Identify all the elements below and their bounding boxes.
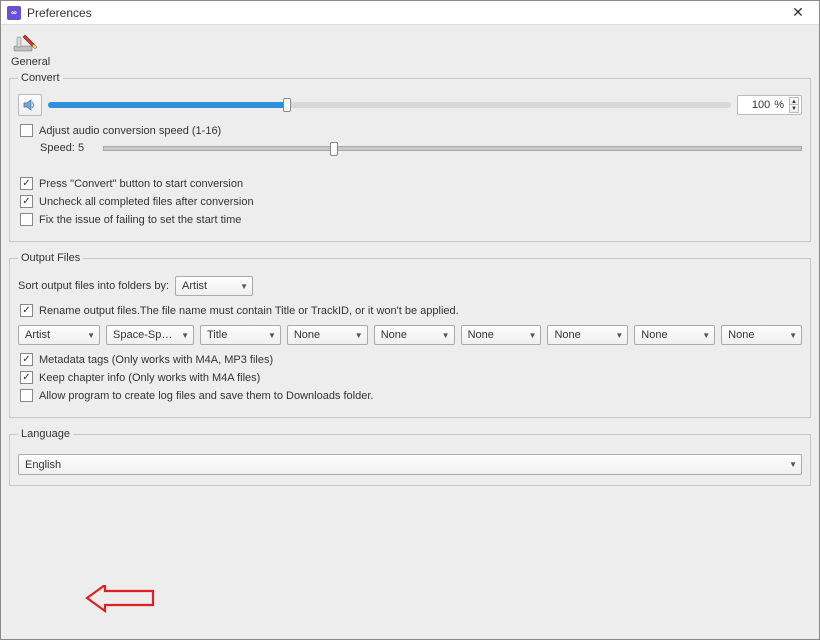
adjust-speed-checkbox[interactable] <box>20 124 33 137</box>
titlebar: ∞ Preferences ✕ <box>1 1 819 25</box>
volume-row: 100 % ▲ ▼ <box>18 94 802 116</box>
language-dropdown[interactable]: English ▼ <box>18 454 802 475</box>
rename-field-1[interactable]: Title▼ <box>200 325 281 345</box>
volume-button[interactable] <box>18 94 42 116</box>
metadata-label: Metadata tags (Only works with M4A, MP3 … <box>39 354 273 366</box>
speed-row: Speed: 5 <box>40 142 802 154</box>
rename-checkbox[interactable] <box>20 304 33 317</box>
general-tab-label: General <box>11 56 811 68</box>
volume-spinner[interactable]: 100 % ▲ ▼ <box>737 95 802 115</box>
log-label: Allow program to create log files and sa… <box>39 390 373 402</box>
press-convert-label: Press "Convert" button to start conversi… <box>39 178 243 190</box>
speaker-icon <box>23 99 37 111</box>
convert-section: Convert 100 % ▲ ▼ <box>9 72 811 242</box>
chapter-checkbox[interactable] <box>20 371 33 384</box>
sort-dropdown[interactable]: Artist ▼ <box>175 276 253 296</box>
uncheck-completed-label: Uncheck all completed files after conver… <box>39 196 254 208</box>
language-legend: Language <box>18 428 73 440</box>
rename-row: Rename output files.The file name must c… <box>18 304 802 317</box>
sort-label: Sort output files into folders by: <box>18 280 169 292</box>
uncheck-completed-row: Uncheck all completed files after conver… <box>18 195 802 208</box>
rename-separator[interactable]: Space-Space▼ <box>106 325 194 345</box>
adjust-speed-label: Adjust audio conversion speed (1-16) <box>39 125 221 137</box>
volume-suffix: % <box>772 99 786 111</box>
press-convert-row: Press "Convert" button to start conversi… <box>18 177 802 190</box>
volume-step-down[interactable]: ▼ <box>789 105 799 113</box>
preferences-window: ∞ Preferences ✕ General Convert <box>0 0 820 640</box>
chapter-label: Keep chapter info (Only works with M4A f… <box>39 372 260 384</box>
log-row: Allow program to create log files and sa… <box>18 389 802 402</box>
convert-legend: Convert <box>18 72 63 84</box>
fix-start-time-row: Fix the issue of failing to set the star… <box>18 213 802 226</box>
speed-slider[interactable] <box>103 146 802 151</box>
rename-field-6[interactable]: None▼ <box>634 325 715 345</box>
speed-thumb[interactable] <box>330 142 338 156</box>
annotation-arrow-icon <box>85 585 155 615</box>
volume-fill <box>48 102 287 108</box>
dialog-body: General Convert 100 % <box>1 25 819 639</box>
rename-field-7[interactable]: None▼ <box>721 325 802 345</box>
general-tab[interactable]: General <box>11 31 811 68</box>
adjust-speed-row: Adjust audio conversion speed (1-16) <box>18 124 802 137</box>
rename-field-5[interactable]: None▼ <box>547 325 628 345</box>
window-title: Preferences <box>27 6 783 20</box>
output-files-section: Output Files Sort output files into fold… <box>9 252 811 418</box>
volume-slider[interactable] <box>48 102 731 108</box>
metadata-row: Metadata tags (Only works with M4A, MP3 … <box>18 353 802 366</box>
close-button[interactable]: ✕ <box>783 3 813 23</box>
press-convert-checkbox[interactable] <box>20 177 33 190</box>
fix-start-time-label: Fix the issue of failing to set the star… <box>39 214 241 226</box>
language-section: Language English ▼ <box>9 428 811 486</box>
fix-start-time-checkbox[interactable] <box>20 213 33 226</box>
rename-label: Rename output files.The file name must c… <box>39 305 459 317</box>
rename-field-0[interactable]: Artist▼ <box>18 325 100 345</box>
output-files-legend: Output Files <box>18 252 83 264</box>
chapter-row: Keep chapter info (Only works with M4A f… <box>18 371 802 384</box>
volume-step-up[interactable]: ▲ <box>789 97 799 105</box>
rename-fields-row: Artist▼ Space-Space▼ Title▼ None▼ None▼ … <box>18 325 802 345</box>
metadata-checkbox[interactable] <box>20 353 33 366</box>
tools-icon <box>11 31 39 55</box>
volume-value: 100 <box>742 99 772 111</box>
chevron-down-icon: ▼ <box>789 460 797 469</box>
log-checkbox[interactable] <box>20 389 33 402</box>
rename-field-4[interactable]: None▼ <box>461 325 542 345</box>
volume-thumb[interactable] <box>283 98 291 112</box>
speed-label: Speed: 5 <box>40 142 95 154</box>
rename-field-2[interactable]: None▼ <box>287 325 368 345</box>
app-icon: ∞ <box>7 6 21 20</box>
sort-row: Sort output files into folders by: Artis… <box>18 276 802 296</box>
uncheck-completed-checkbox[interactable] <box>20 195 33 208</box>
chevron-down-icon: ▼ <box>240 282 248 291</box>
rename-field-3[interactable]: None▼ <box>374 325 455 345</box>
